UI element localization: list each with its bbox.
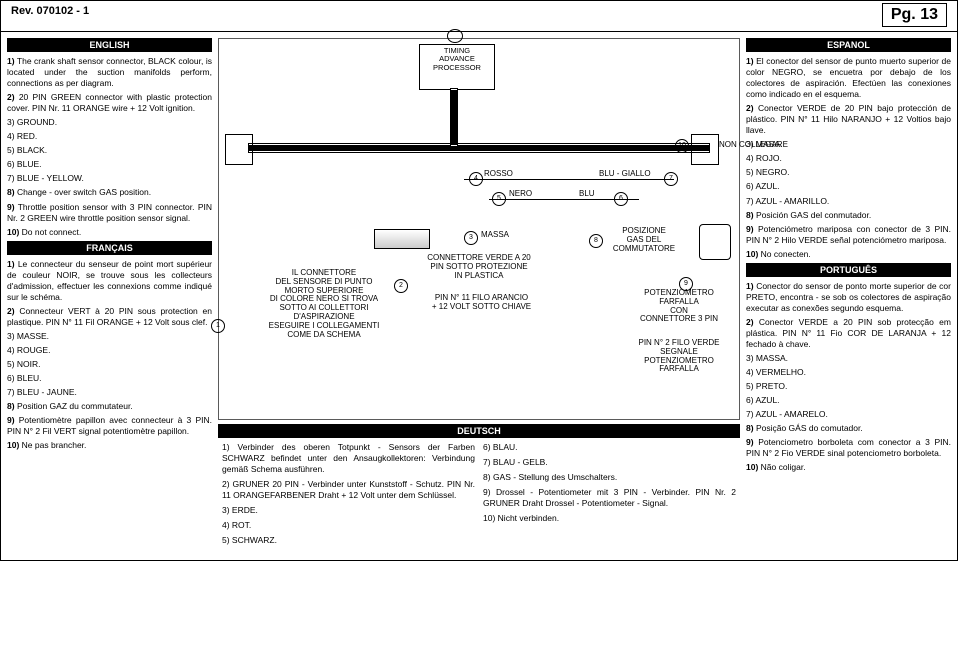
page: Rev. 070102 - 1 Pg. 13 ENGLISH 1) The cr… [0, 0, 958, 561]
en-p4: 4) RED. [7, 131, 212, 142]
pt-p4: 4) VERMELHO. [746, 367, 951, 378]
de-p3: 3) ERDE. [222, 505, 475, 516]
blu-giallo-label: BLU - GIALLO [599, 170, 651, 179]
marker-7: 7 [664, 172, 678, 186]
revision-label: Rev. 070102 - 1 [11, 5, 89, 27]
en-p3: 3) GROUND. [7, 117, 212, 128]
en-p6: 6) BLUE. [7, 159, 212, 170]
marker-4: 4 [469, 172, 483, 186]
portugues-title: PORTUGUÊS [746, 263, 951, 277]
es-p7: 7) AZUL - AMARILLO. [746, 196, 951, 207]
de-p1: 1) Verbinder des oberen Totpunkt - Senso… [222, 442, 475, 475]
nero-label: NERO [509, 190, 532, 199]
harness-line [249, 144, 709, 152]
potentiometer-icon [699, 224, 731, 260]
wiring-diagram: TIMING ADVANCE PROCESSOR 1 IL CONNETTORE… [218, 38, 740, 420]
en-p7: 7) BLUE - YELLOW. [7, 173, 212, 184]
de-p8: 8) GAS - Stellung des Umschalters. [483, 472, 736, 483]
marker-2: 2 [394, 279, 408, 293]
blu-label: BLU [579, 190, 595, 199]
posizione-label: POSIZIONE GAS DEL COMMUTATORE [604, 227, 684, 253]
non-collegare-label: NON COLLEGARE [691, 141, 809, 150]
en-p5: 5) BLACK. [7, 145, 212, 156]
de-p4: 4) ROT. [222, 520, 475, 531]
de-p2: 2) GRUNER 20 PIN - Verbinder unter Kunst… [222, 479, 475, 501]
connector-1-icon [225, 134, 253, 165]
es-p6: 6) AZUL. [746, 181, 951, 192]
fr-p1: 1) Le connecteur du senseur de point mor… [7, 259, 212, 303]
en-p2: 2) 20 PIN GREEN connector with plastic p… [7, 92, 212, 114]
potenz-label: POTENZIOMETRO FARFALLA CON CONNETTORE 3 … [624, 289, 734, 324]
de-p10: 10) Nicht verbinden. [483, 513, 736, 524]
es-p10: 10) No conecten. [746, 249, 951, 260]
middle-column: TIMING ADVANCE PROCESSOR 1 IL CONNETTORE… [212, 38, 746, 554]
de-p6: 6) BLAU. [483, 442, 736, 453]
marker-5: 5 [492, 192, 506, 206]
marker-10: 10 [675, 139, 689, 153]
es-p8: 8) Posición GAS del conmutador. [746, 210, 951, 221]
connector-white-icon [374, 229, 430, 249]
pt-p8: 8) Posição GÁS do comutador. [746, 423, 951, 434]
pt-p6: 6) AZUL. [746, 395, 951, 406]
en-p10: 10) Do not connect. [7, 227, 212, 238]
content-area: ENGLISH 1) The crank shaft sensor connec… [1, 32, 957, 560]
page-number: Pg. 13 [882, 3, 947, 27]
espanol-title: ESPANOL [746, 38, 951, 52]
marker-1: 1 [211, 319, 225, 333]
pt-p2: 2) Conector VERDE a 20 PIN sob protecção… [746, 317, 951, 350]
rosso-label: ROSSO [484, 170, 513, 179]
en-p1: 1) The crank shaft sensor connector, BLA… [7, 56, 212, 89]
pt-p5: 5) PRETO. [746, 381, 951, 392]
pin11-label: PIN N° 11 FILO ARANCIO + 12 VOLT SOTTO C… [414, 294, 549, 312]
fr-p9: 9) Potentiomètre papillon avec connecteu… [7, 415, 212, 437]
tap-loop-icon [447, 29, 463, 43]
fr-p2: 2) Connecteur VERT à 20 PIN sous protect… [7, 306, 212, 328]
pt-p10: 10) Não coligar. [746, 462, 951, 473]
harness-line [451, 89, 457, 146]
de-p5: 5) SCHWARZ. [222, 535, 475, 546]
massa-label: MASSA [481, 231, 509, 240]
es-p9: 9) Potenciómetro mariposa con conector d… [746, 224, 951, 246]
il-connettore-label: IL CONNETTORE DEL SENSORE DI PUNTO MORTO… [259, 269, 389, 339]
es-p2: 2) Conector VERDE de 20 PIN bajo protecc… [746, 103, 951, 136]
deutsch-title: DEUTSCH [218, 424, 740, 438]
es-p4: 4) ROJO. [746, 153, 951, 164]
pt-p1: 1) Conector do sensor de ponto morte sup… [746, 281, 951, 314]
es-p5: 5) NEGRO. [746, 167, 951, 178]
pt-p3: 3) MASSA. [746, 353, 951, 364]
de-p9: 9) Drossel - Potentiometer mit 3 PIN - V… [483, 487, 736, 509]
fr-p5: 5) NOIR. [7, 359, 212, 370]
fr-p8: 8) Position GAZ du commutateur. [7, 401, 212, 412]
deutsch-col-left: 1) Verbinder des oberen Totpunkt - Senso… [218, 438, 479, 554]
conn-verde-label: CONNETTORE VERDE A 20 PIN SOTTO PROTEZIO… [409, 254, 549, 280]
fr-p10: 10) Ne pas brancher. [7, 440, 212, 451]
pt-p7: 7) AZUL - AMARELO. [746, 409, 951, 420]
marker-8: 8 [589, 234, 603, 248]
right-column: ESPANOL 1) El conector del sensor de pun… [746, 38, 951, 554]
wire-line [464, 179, 674, 180]
left-column: ENGLISH 1) The crank shaft sensor connec… [7, 38, 212, 554]
fr-p7: 7) BLEU - JAUNE. [7, 387, 212, 398]
pin2-label: PIN N° 2 FILO VERDE SEGNALE POTENZIOMETR… [624, 339, 734, 374]
fr-p6: 6) BLEU. [7, 373, 212, 384]
pt-p9: 9) Potenciometro borboleta com conector … [746, 437, 951, 459]
deutsch-col-right: 6) BLAU. 7) BLAU - GELB. 8) GAS - Stellu… [479, 438, 740, 554]
en-p8: 8) Change - over switch GAS position. [7, 187, 212, 198]
de-p7: 7) BLAU - GELB. [483, 457, 736, 468]
fr-p3: 3) MASSE. [7, 331, 212, 342]
en-p9: 9) Throttle position sensor with 3 PIN c… [7, 202, 212, 224]
marker-6: 6 [614, 192, 628, 206]
es-p1: 1) El conector del sensor de punto muert… [746, 56, 951, 100]
header: Rev. 070102 - 1 Pg. 13 [1, 1, 957, 32]
francais-title: FRANÇAIS [7, 241, 212, 255]
english-title: ENGLISH [7, 38, 212, 52]
deutsch-columns: 1) Verbinder des oberen Totpunkt - Senso… [218, 438, 740, 554]
timing-advance-processor-box: TIMING ADVANCE PROCESSOR [419, 44, 495, 90]
marker-3: 3 [464, 231, 478, 245]
fr-p4: 4) ROUGE. [7, 345, 212, 356]
